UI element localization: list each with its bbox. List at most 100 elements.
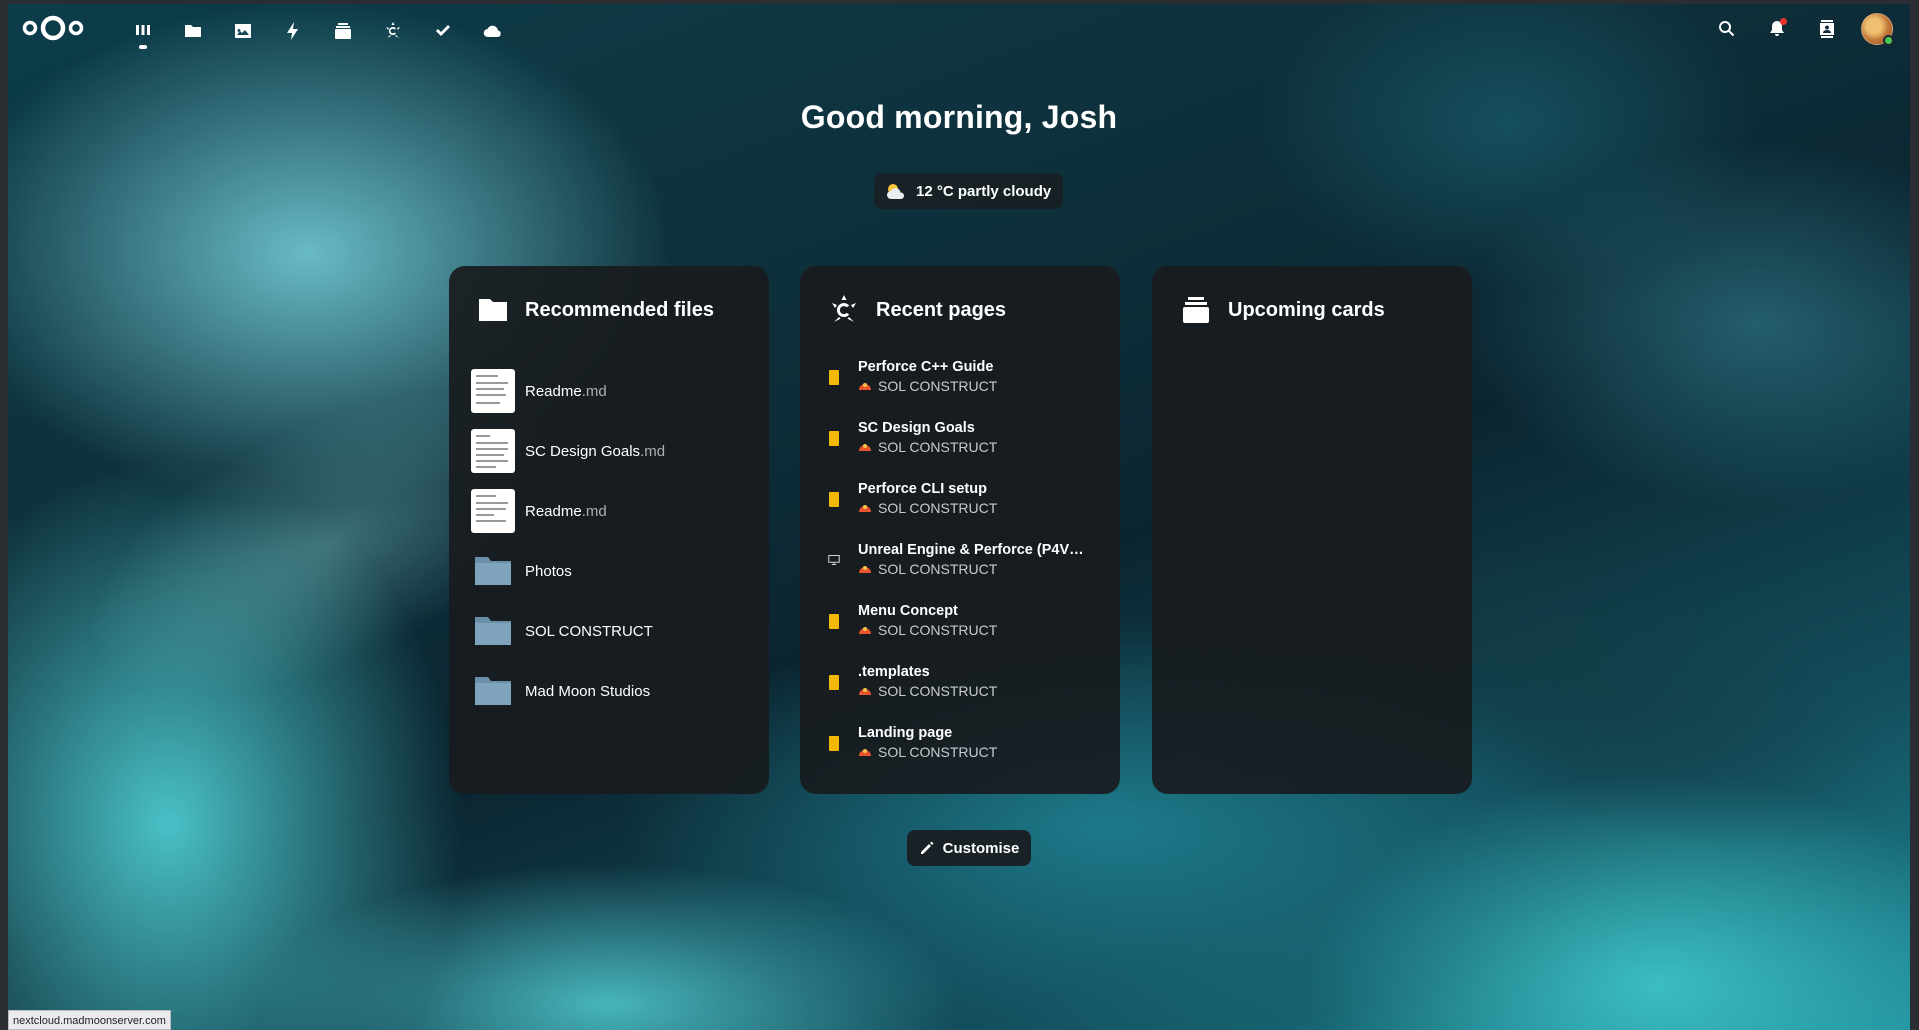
- collective-name: SOL CONSTRUCT: [878, 561, 998, 577]
- list-item[interactable]: Perforce C++ Guide SOL CONSTRUCT: [828, 359, 1108, 420]
- panel-title: Recent pages: [876, 298, 1007, 321]
- app-photos[interactable]: [218, 16, 268, 46]
- file-thumbnail: [471, 489, 515, 533]
- file-list: Readme.md SC Design Goals.md Readme.md P…: [471, 361, 751, 721]
- page-title: .templates: [858, 664, 930, 680]
- list-item[interactable]: SC Design Goals SOL CONSTRUCT: [828, 420, 1108, 481]
- collective-emoji-icon: [859, 566, 871, 573]
- online-status-indicator: [1883, 35, 1894, 46]
- collective-emoji-icon: [859, 383, 871, 390]
- page-title: Unreal Engine & Perforce (P4V) ...: [858, 542, 1088, 558]
- list-item[interactable]: Unreal Engine & Perforce (P4V) ... SOL C…: [828, 542, 1108, 603]
- greeting-title: Good morning, Josh: [800, 99, 1118, 135]
- page-title: SC Design Goals: [858, 420, 975, 436]
- user-menu-button[interactable]: [1852, 12, 1902, 46]
- page-title: Perforce C++ Guide: [858, 359, 994, 375]
- recommended-files-panel: Recommended files Readme.md SC Design Go…: [449, 266, 769, 794]
- pencil-icon: [920, 841, 934, 854]
- page-icon: [829, 736, 839, 751]
- notifications-button[interactable]: [1752, 12, 1802, 46]
- page-icon: [829, 492, 839, 507]
- collectives-icon: [832, 295, 856, 322]
- deck-icon: [335, 23, 351, 39]
- list-item[interactable]: Readme.md: [471, 481, 751, 541]
- file-name: SOL CONSTRUCT: [525, 622, 653, 640]
- folder-icon: [471, 549, 515, 593]
- panel-title: Upcoming cards: [1228, 298, 1385, 321]
- list-item[interactable]: Photos: [471, 541, 751, 601]
- collective-emoji-icon: [859, 627, 871, 634]
- page-title: Perforce CLI setup: [858, 481, 987, 497]
- lightning-icon: [287, 22, 298, 40]
- list-item[interactable]: Menu Concept SOL CONSTRUCT: [828, 603, 1108, 664]
- folder-icon: [479, 299, 507, 321]
- app-external[interactable]: [468, 16, 518, 46]
- panel-title: Recommended files: [525, 298, 714, 321]
- folder-icon: [471, 669, 515, 713]
- search-icon: [1719, 20, 1735, 37]
- app-deck[interactable]: [318, 16, 368, 46]
- page-icon: [829, 614, 839, 629]
- avatar: [1861, 13, 1894, 46]
- customise-label: Customise: [942, 839, 1020, 857]
- dashboard-icon: [136, 25, 150, 35]
- folder-icon: [471, 609, 515, 653]
- file-thumbnail: [471, 429, 515, 473]
- list-item[interactable]: Perforce CLI setup SOL CONSTRUCT: [828, 481, 1108, 542]
- nextcloud-logo[interactable]: [22, 14, 84, 42]
- cloud-icon: [483, 25, 501, 38]
- list-item[interactable]: Readme.md: [471, 361, 751, 421]
- upcoming-cards-panel: Upcoming cards: [1152, 266, 1472, 794]
- partly-cloudy-icon: [887, 184, 905, 199]
- page-list: Perforce C++ Guide SOL CONSTRUCT SC Desi…: [828, 359, 1108, 786]
- list-item[interactable]: Mad Moon Studios: [471, 661, 751, 721]
- panel-header: Recent pages: [828, 294, 1006, 326]
- panel-header: Upcoming cards: [1180, 294, 1385, 326]
- app-activity[interactable]: [268, 16, 318, 46]
- file-name: Readme.md: [525, 382, 607, 400]
- collective-name: SOL CONSTRUCT: [878, 500, 998, 516]
- collective-name: SOL CONSTRUCT: [878, 439, 998, 455]
- list-item[interactable]: SOL CONSTRUCT: [471, 601, 751, 661]
- weather-text: 12 °C partly cloudy: [916, 182, 1052, 200]
- recent-pages-panel: Recent pages Perforce C++ Guide SOL CONS…: [800, 266, 1120, 794]
- file-name: Photos: [525, 562, 572, 580]
- background: Good morning, Josh 12 °C partly cloudy R…: [8, 4, 1910, 1030]
- customise-button[interactable]: Customise: [907, 830, 1031, 866]
- page-title: Landing page: [858, 725, 953, 741]
- collective-name: SOL CONSTRUCT: [878, 622, 998, 638]
- app-tasks[interactable]: [418, 16, 468, 46]
- checkmark-icon: [436, 25, 450, 36]
- collective-emoji-icon: [859, 505, 871, 512]
- collective-name: SOL CONSTRUCT: [878, 378, 998, 394]
- weather-status[interactable]: 12 °C partly cloudy: [874, 173, 1064, 209]
- collective-emoji-icon: [859, 749, 871, 756]
- collective-name: SOL CONSTRUCT: [878, 683, 998, 699]
- notification-badge: [1780, 18, 1787, 25]
- contacts-icon: [1820, 20, 1834, 38]
- file-thumbnail: [471, 369, 515, 413]
- collectives-icon: [386, 22, 400, 38]
- collective-emoji-icon: [859, 444, 871, 451]
- file-name: Readme.md: [525, 502, 607, 520]
- deck-icon: [1183, 297, 1209, 323]
- active-app-indicator: [139, 45, 147, 49]
- monitor-icon: [828, 554, 840, 566]
- app-dashboard[interactable]: [118, 16, 168, 49]
- contacts-menu-button[interactable]: [1802, 12, 1852, 46]
- collective-name: SOL CONSTRUCT: [878, 744, 998, 760]
- folder-icon: [185, 25, 201, 37]
- image-icon: [235, 24, 251, 38]
- app-collectives[interactable]: [368, 16, 418, 46]
- header-right: [1702, 12, 1902, 46]
- app-files[interactable]: [168, 16, 218, 46]
- file-name: Mad Moon Studios: [525, 682, 651, 700]
- page-icon: [829, 675, 839, 690]
- unified-search-button[interactable]: [1702, 12, 1752, 46]
- list-item[interactable]: Landing page SOL CONSTRUCT: [828, 725, 1108, 786]
- list-item[interactable]: SC Design Goals.md: [471, 421, 751, 481]
- list-item[interactable]: .templates SOL CONSTRUCT: [828, 664, 1108, 725]
- app-menu: [118, 16, 518, 49]
- top-bar: [8, 4, 1910, 54]
- page-icon: [829, 370, 839, 385]
